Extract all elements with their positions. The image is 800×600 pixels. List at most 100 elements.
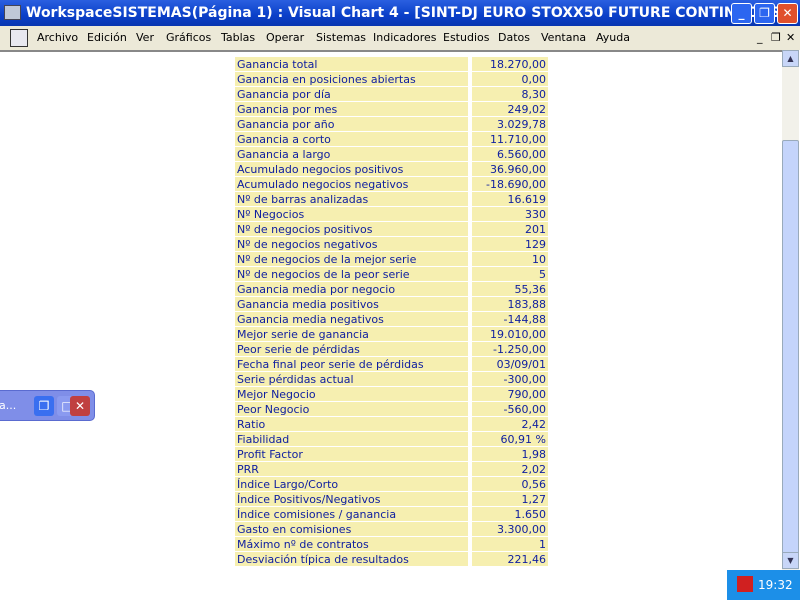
menu-indicadores[interactable]: Indicadores (373, 26, 437, 50)
row-value: 2,02 (472, 462, 548, 476)
row-value: -560,00 (472, 402, 548, 416)
row-label: Ganancia a largo (235, 147, 468, 161)
row-label: Acumulado negocios positivos (235, 162, 468, 176)
menu-bar: Archivo Edición Ver Gráficos Tablas Oper… (0, 26, 800, 50)
row-label: Gasto en comisiones (235, 522, 468, 536)
row-value: 201 (472, 222, 548, 236)
row-value: 330 (472, 207, 548, 221)
minimized-window-title: a... (0, 399, 17, 412)
row-value: 03/09/01 (472, 357, 548, 371)
row-label: Mejor Negocio (235, 387, 468, 401)
mdi-restore-button[interactable]: ❐ (771, 26, 781, 50)
tray-app-icon[interactable] (737, 576, 753, 592)
menu-estudios[interactable]: Estudios (443, 26, 489, 50)
document-icon[interactable] (10, 29, 28, 47)
row-label: Acumulado negocios negativos (235, 177, 468, 191)
row-label: Índice Largo/Corto (235, 477, 468, 491)
menu-archivo[interactable]: Archivo (37, 26, 78, 50)
row-label: Máximo nº de contratos (235, 537, 468, 551)
row-value: 249,02 (472, 102, 548, 116)
menu-tablas[interactable]: Tablas (221, 26, 255, 50)
row-value: 1 (472, 537, 548, 551)
row-value: 36.960,00 (472, 162, 548, 176)
row-value: 221,46 (472, 552, 548, 566)
row-value: 790,00 (472, 387, 548, 401)
row-label: Ganancia media por negocio (235, 282, 468, 296)
minimized-window[interactable]: a... ❐ □ ✕ (0, 390, 95, 421)
row-label: Ganancia total (235, 57, 468, 71)
row-label: Ganancia por día (235, 87, 468, 101)
menu-edicion[interactable]: Edición (87, 26, 127, 50)
row-label: Índice Positivos/Negativos (235, 492, 468, 506)
row-label: Profit Factor (235, 447, 468, 461)
row-label: Ratio (235, 417, 468, 431)
title-bar: WorkspaceSISTEMAS(Página 1) : Visual Cha… (0, 0, 800, 26)
row-label: Ganancia por año (235, 117, 468, 131)
row-value: 55,36 (472, 282, 548, 296)
row-label: Nº Negocios (235, 207, 468, 221)
row-value: 16.619 (472, 192, 548, 206)
row-value: 8,30 (472, 87, 548, 101)
close-icon[interactable]: ✕ (70, 396, 90, 416)
row-label: Fecha final peor serie de pérdidas (235, 357, 468, 371)
row-value: 129 (472, 237, 548, 251)
row-value: 0,00 (472, 72, 548, 86)
row-label: Nº de negocios positivos (235, 222, 468, 236)
row-value: 0,56 (472, 477, 548, 491)
menu-ver[interactable]: Ver (136, 26, 154, 50)
menu-operar[interactable]: Operar (266, 26, 304, 50)
row-value: 18.270,00 (472, 57, 548, 71)
row-value: 1.650 (472, 507, 548, 521)
mdi-close-button[interactable]: ✕ (786, 26, 795, 50)
row-label: Desviación típica de resultados (235, 552, 468, 566)
row-value: -300,00 (472, 372, 548, 386)
row-label: Ganancia en posiciones abiertas (235, 72, 468, 86)
row-label: Fiabilidad (235, 432, 468, 446)
row-label: Nº de negocios negativos (235, 237, 468, 251)
row-label: Peor serie de pérdidas (235, 342, 468, 356)
row-value: 6.560,00 (472, 147, 548, 161)
row-value: 10 (472, 252, 548, 266)
row-value: 183,88 (472, 297, 548, 311)
scroll-thumb[interactable] (782, 140, 799, 555)
row-value: -1.250,00 (472, 342, 548, 356)
menu-ayuda[interactable]: Ayuda (596, 26, 630, 50)
vertical-scrollbar[interactable]: ▲ ▼ (782, 50, 799, 570)
row-label: Peor Negocio (235, 402, 468, 416)
scroll-down-arrow[interactable]: ▼ (782, 552, 799, 569)
menu-ventana[interactable]: Ventana (541, 26, 586, 50)
window-title: WorkspaceSISTEMAS(Página 1) : Visual Cha… (26, 5, 787, 21)
row-label: Ganancia media positivos (235, 297, 468, 311)
row-value: 11.710,00 (472, 132, 548, 146)
row-value: 60,91 % (472, 432, 548, 446)
row-value: -144,88 (472, 312, 548, 326)
row-label: Índice comisiones / ganancia (235, 507, 468, 521)
menu-sistemas[interactable]: Sistemas (316, 26, 366, 50)
row-value: 5 (472, 267, 548, 281)
row-label: Ganancia a corto (235, 132, 468, 146)
row-value: 3.029,78 (472, 117, 548, 131)
row-value: 3.300,00 (472, 522, 548, 536)
row-label: Nº de negocios de la peor serie (235, 267, 468, 281)
app-icon (4, 5, 21, 20)
row-label: Mejor serie de ganancia (235, 327, 468, 341)
row-label: Nº de negocios de la mejor serie (235, 252, 468, 266)
mdi-minimize-button[interactable]: _ (757, 26, 763, 50)
row-label: Nº de barras analizadas (235, 192, 468, 206)
restore-button[interactable]: ❐ (754, 3, 775, 24)
row-value: 1,27 (472, 492, 548, 506)
row-label: Ganancia media negativos (235, 312, 468, 326)
taskbar-tray: 19:32 (727, 570, 800, 600)
row-value: 1,98 (472, 447, 548, 461)
row-value: -18.690,00 (472, 177, 548, 191)
restore-icon[interactable]: ❐ (34, 396, 54, 416)
close-button[interactable]: ✕ (777, 3, 798, 24)
row-label: PRR (235, 462, 468, 476)
scroll-up-arrow[interactable]: ▲ (782, 50, 799, 67)
results-table: Ganancia total 18.270,00 Ganancia en posic… (0, 50, 782, 570)
row-label: Serie pérdidas actual (235, 372, 468, 386)
row-value: 2,42 (472, 417, 548, 431)
minimize-button[interactable]: _ (731, 3, 752, 24)
menu-datos[interactable]: Datos (498, 26, 530, 50)
menu-graficos[interactable]: Gráficos (166, 26, 211, 50)
